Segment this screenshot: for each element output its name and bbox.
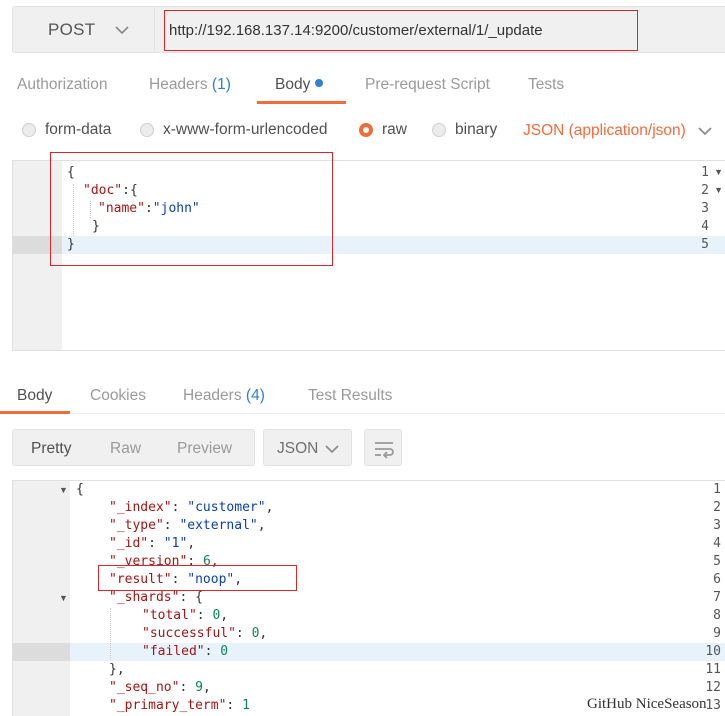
tab-authorization[interactable]: Authorization [17, 76, 107, 94]
code-line: "total": 0, [142, 608, 229, 623]
line-number: 3 [713, 518, 721, 533]
format-label: JSON [277, 440, 319, 457]
code-line: "_shards": { [109, 590, 203, 605]
fold-arrow-icon[interactable]: ▼ [714, 167, 723, 177]
chevron-down-icon[interactable] [697, 124, 713, 138]
tab-response-body[interactable]: Body [17, 387, 52, 405]
fold-arrow-icon[interactable]: ▼ [59, 593, 68, 603]
line-number: 8 [713, 608, 721, 623]
response-body-viewer[interactable]: 1 ▼ 2 3 4 5 6 7 ▼ 8 9 10 11 12 13 { "_in… [12, 480, 725, 716]
raw-button[interactable]: Raw [110, 440, 141, 458]
radio-urlencoded[interactable]: x-www-form-urlencoded [140, 121, 328, 139]
request-tabs: Authorization Headers (1) Body Pre-reque… [0, 62, 725, 104]
watermark: GitHub NiceSeason [587, 696, 707, 712]
pretty-button[interactable]: Pretty [31, 440, 71, 458]
radio-binary[interactable]: binary [432, 121, 497, 139]
wrap-lines-button[interactable] [364, 429, 402, 466]
line-number: 4 [713, 536, 721, 551]
tab-tests[interactable]: Tests [528, 76, 564, 94]
line-number: 1 [713, 482, 721, 497]
line-number: 10 [705, 644, 721, 659]
line-number: 5 [701, 237, 709, 252]
radio-circle-icon [432, 123, 446, 137]
format-select[interactable]: JSON [263, 429, 352, 466]
radio-selected-icon [359, 123, 373, 137]
radio-form-data[interactable]: form-data [22, 121, 111, 139]
chevron-down-icon [325, 445, 339, 454]
tab-cookies[interactable]: Cookies [90, 387, 146, 405]
method-select[interactable]: POST [12, 6, 155, 53]
preview-button[interactable]: Preview [177, 440, 232, 458]
code-line: "_id": "1", [109, 536, 196, 551]
line-number: 3 [701, 201, 709, 216]
fold-arrow-icon[interactable]: ▼ [59, 485, 68, 495]
code-line: "_type": "external", [109, 518, 266, 533]
code-line: "successful": 0, [142, 626, 268, 641]
headers-count-badge: (1) [211, 76, 231, 93]
line-number: 6 [713, 572, 721, 587]
wrap-lines-icon [375, 442, 394, 459]
line-number: 2 [713, 500, 721, 515]
view-mode-segmented: Pretty Raw Preview [12, 429, 255, 466]
tab-test-results[interactable]: Test Results [308, 387, 392, 405]
url-highlight-box [164, 10, 638, 51]
chevron-down-icon [114, 25, 129, 34]
line-number: 9 [713, 626, 721, 641]
line-number: 11 [705, 662, 721, 677]
line-number: 12 [705, 680, 721, 695]
active-tab-underline [257, 101, 346, 104]
code-line: "_seq_no": 9, [109, 680, 211, 695]
line-number: 5 [713, 554, 721, 569]
line-number: 4 [701, 219, 709, 234]
response-tabs: Body Cookies Headers (4) Test Results [0, 370, 725, 414]
tab-body[interactable]: Body [275, 76, 324, 94]
fold-arrow-icon[interactable]: ▼ [714, 185, 723, 195]
tab-prerequest-script[interactable]: Pre-request Script [365, 76, 490, 94]
method-label: POST [48, 19, 96, 39]
modified-dot-icon [315, 79, 324, 87]
indent-guide [110, 608, 111, 660]
active-line-gutter [13, 643, 70, 661]
line-number: 1 [701, 165, 709, 180]
radio-circle-icon [22, 123, 36, 137]
code-line: "failed": 0 [142, 644, 229, 659]
radio-circle-icon [140, 123, 154, 137]
code-line: { [76, 482, 84, 497]
code-line: "_primary_term": 1 [109, 698, 250, 713]
active-tab-underline [0, 411, 70, 414]
code-line: }, [109, 662, 125, 677]
tab-headers[interactable]: Headers (1) [149, 76, 231, 94]
request-body-highlight-box [50, 152, 333, 266]
code-line: "_index": "customer", [109, 500, 274, 515]
line-number: 7 [713, 590, 721, 605]
content-type-select[interactable]: JSON (application/json) [523, 122, 686, 140]
radio-raw[interactable]: raw [359, 121, 407, 139]
line-number: 2 [701, 183, 709, 198]
headers-count-badge: (4) [245, 387, 265, 404]
tab-response-headers[interactable]: Headers (4) [183, 387, 265, 405]
url-input[interactable]: http://192.168.137.14:9200/customer/exte… [155, 6, 725, 53]
result-highlight-box [98, 565, 297, 591]
